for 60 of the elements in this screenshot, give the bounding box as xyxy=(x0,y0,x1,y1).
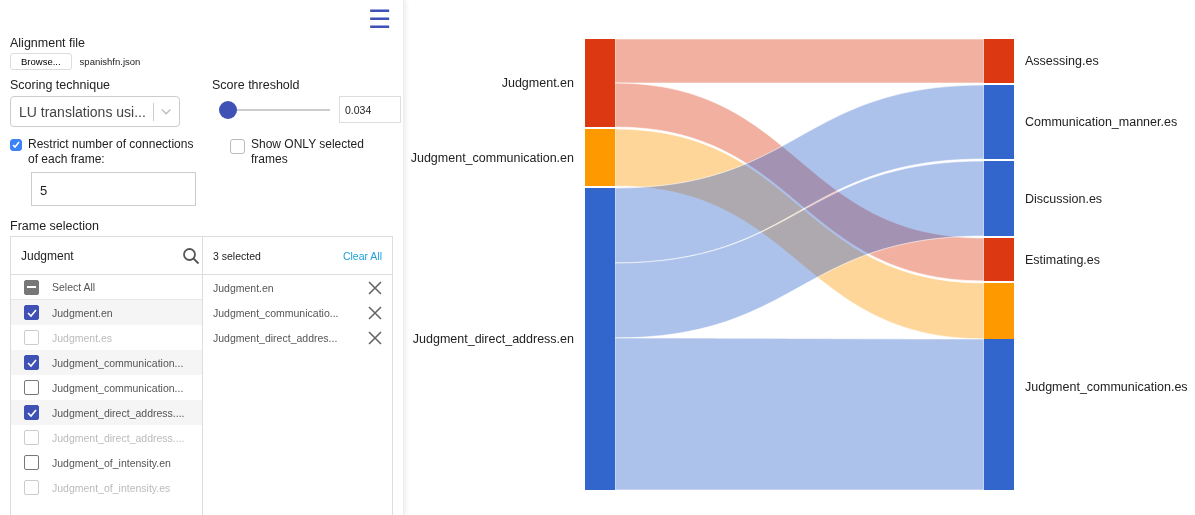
chevron-icon[interactable] xyxy=(160,107,171,116)
list-item[interactable]: Judgment.en xyxy=(11,300,202,325)
node-label: Discussion.es xyxy=(1025,191,1103,206)
list-item-label: Judgment.en xyxy=(52,306,113,319)
search-field[interactable]: Judgment xyxy=(21,248,74,263)
checkbox[interactable] xyxy=(24,355,39,370)
connections-field[interactable]: 5 xyxy=(31,172,196,206)
menu-button[interactable]: ☰ xyxy=(368,5,391,33)
node-bar[interactable] xyxy=(984,161,1014,236)
selected-item: Judgment_communicatio... xyxy=(213,306,339,319)
node-label: Judgment_communication.en xyxy=(410,150,574,165)
node-label: Assessing.es xyxy=(1025,54,1099,68)
list-item[interactable]: Judgment_communication... xyxy=(11,350,202,375)
field-label: Alignment file xyxy=(10,36,87,50)
node-bar[interactable] xyxy=(984,39,1014,83)
list-item-label: Judgment_of_intensity.es xyxy=(52,481,171,494)
close-icon[interactable] xyxy=(368,280,382,295)
list-item-label: Judgment_communication... xyxy=(52,381,184,394)
list-item-label: Judgment.es xyxy=(52,331,113,344)
field-label: Scoring technique xyxy=(10,78,112,92)
checkbox[interactable] xyxy=(230,139,245,154)
checkbox[interactable] xyxy=(24,279,39,295)
node-bar[interactable] xyxy=(984,238,1014,281)
list-item[interactable]: Judgment_communication... xyxy=(11,375,202,400)
node-bar[interactable] xyxy=(585,188,615,490)
scoring-dropdown[interactable]: LU translations usi... xyxy=(10,96,180,127)
list-item-label: Judgment_direct_address.... xyxy=(52,406,185,419)
node-label: Judgment_direct_address.en xyxy=(412,332,574,346)
selected-item: Judgment_direct_addres... xyxy=(213,331,338,344)
list-item[interactable]: Judgment_of_intensity.en xyxy=(11,450,202,475)
node-bar[interactable] xyxy=(984,85,1014,159)
browse-button[interactable]: Browse... xyxy=(10,53,72,70)
checkbox[interactable] xyxy=(10,139,22,151)
node-label: Communication_manner.es xyxy=(1025,115,1178,129)
node-bar[interactable] xyxy=(585,129,615,186)
list-item[interactable]: Judgment_direct_address.... xyxy=(11,400,202,425)
checkbox[interactable] xyxy=(24,455,39,470)
checkbox[interactable] xyxy=(24,405,39,420)
selected-count: 3 selected xyxy=(213,249,261,262)
checkbox[interactable] xyxy=(24,380,39,395)
field-label: Score threshold xyxy=(212,78,301,92)
section-label: Frame selection xyxy=(10,219,100,233)
node-bar[interactable] xyxy=(984,283,1014,490)
checkbox-label: Restrict number of connections of each frame: xyxy=(28,137,195,167)
node-bar[interactable] xyxy=(585,39,615,127)
close-icon[interactable] xyxy=(368,305,382,320)
checkbox[interactable] xyxy=(24,305,39,320)
list-item-label[interactable]: Select All xyxy=(52,281,96,293)
node-label: Estimating.es xyxy=(1025,252,1101,267)
file-name: spanishfn.json xyxy=(79,56,141,67)
threshold-field[interactable]: 0.034 xyxy=(339,96,401,123)
close-icon[interactable] xyxy=(368,330,382,345)
search-icon[interactable] xyxy=(182,246,200,265)
list-item-label: Judgment_communication... xyxy=(52,356,184,369)
checkbox-label: Show ONLY selected frames xyxy=(251,137,365,167)
list-item-label: Judgment_direct_address.... xyxy=(52,431,185,444)
node-label: Judgment_communication.es xyxy=(1025,379,1188,394)
selected-item: Judgment.en xyxy=(213,281,274,294)
node-label: Judgment.en xyxy=(501,76,574,90)
list-item-label: Judgment_of_intensity.en xyxy=(52,456,171,469)
